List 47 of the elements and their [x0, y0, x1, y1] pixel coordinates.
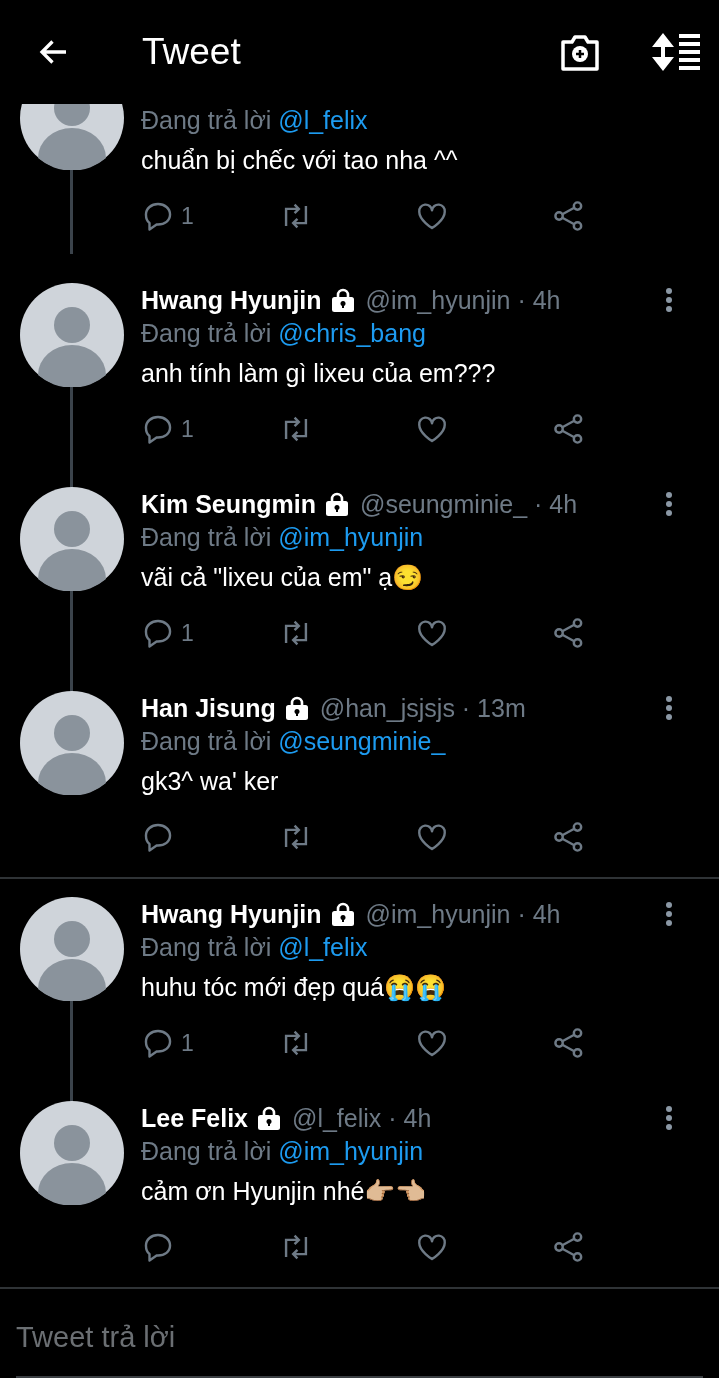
reply-button[interactable]: 1 — [141, 616, 194, 650]
user-name[interactable]: Hwang Hyunjin — [141, 285, 322, 315]
reply-input-field[interactable]: Tweet trả lời — [16, 1317, 703, 1378]
user-name[interactable]: Lee Felix — [141, 1103, 248, 1133]
user-name[interactable]: Han Jisung — [141, 693, 276, 723]
avatar-icon[interactable] — [20, 691, 124, 795]
tweet-text: chuẩn bị chếc với tao nha ^^ — [141, 145, 459, 176]
page-title: Tweet — [142, 31, 241, 73]
user-name[interactable]: Kim Seungmin — [141, 489, 316, 519]
replying-to-text: Đang trả lời @l_felix — [141, 105, 369, 136]
handle-and-time: @han_jsjsjs · 13m — [319, 693, 526, 723]
tweet-text: gk3^ wa' ker — [141, 766, 280, 797]
tweet-text: huhu tóc mới đẹp quá😭😭 — [141, 972, 447, 1003]
tweet-text: cảm ơn Hyunjin nhé👉🏼👈🏼 — [141, 1176, 428, 1207]
reply-button[interactable]: 1 — [141, 412, 194, 446]
handle-and-time: @im_hyunjin · 4h — [365, 899, 561, 929]
avatar-icon[interactable] — [20, 104, 124, 170]
more-icon[interactable] — [665, 491, 673, 517]
more-icon[interactable] — [665, 695, 673, 721]
more-icon[interactable] — [665, 1105, 673, 1131]
mention-link[interactable]: @im_hyunjin — [278, 1137, 424, 1165]
tweet-text: vãi cả "lixeu của em" ạ😏 — [141, 562, 425, 593]
handle-and-time: @im_hyunjin · 4h — [365, 285, 561, 315]
replying-to-text: Đang trả lời @chris_bang — [141, 318, 427, 349]
user-name[interactable]: Hwang Hyunjin — [141, 899, 322, 929]
avatar-icon[interactable] — [20, 1101, 124, 1205]
avatar-icon[interactable] — [20, 487, 124, 591]
reply-button[interactable]: 1 — [141, 1026, 194, 1060]
handle-and-time: @seungminie_ · 4h — [360, 489, 578, 519]
more-icon[interactable] — [665, 287, 673, 313]
mention-link[interactable]: @l_felix — [278, 106, 368, 134]
tweet-text: anh tính làm gì lixeu của em??? — [141, 358, 497, 389]
handle-and-time: @l_felix · 4h — [292, 1103, 432, 1133]
replying-to-text: Đang trả lời @im_hyunjin — [141, 522, 425, 553]
mention-link[interactable]: @l_felix — [278, 933, 368, 961]
sort-icon[interactable] — [651, 33, 701, 71]
more-icon[interactable] — [665, 901, 673, 927]
replying-to-text: Đang trả lời @im_hyunjin — [141, 1136, 425, 1167]
replying-to-text: Đang trả lời @l_felix — [141, 932, 369, 963]
mention-link[interactable]: @seungminie_ — [278, 727, 446, 755]
mention-link[interactable]: @im_hyunjin — [278, 523, 424, 551]
reply-button[interactable]: 1 — [141, 199, 194, 233]
avatar-icon[interactable] — [20, 897, 124, 1001]
replying-to-text: Đang trả lời @seungminie_ — [141, 726, 447, 757]
avatar-icon[interactable] — [20, 283, 124, 387]
mention-link[interactable]: @chris_bang — [278, 319, 426, 347]
camera-icon[interactable] — [559, 32, 601, 72]
